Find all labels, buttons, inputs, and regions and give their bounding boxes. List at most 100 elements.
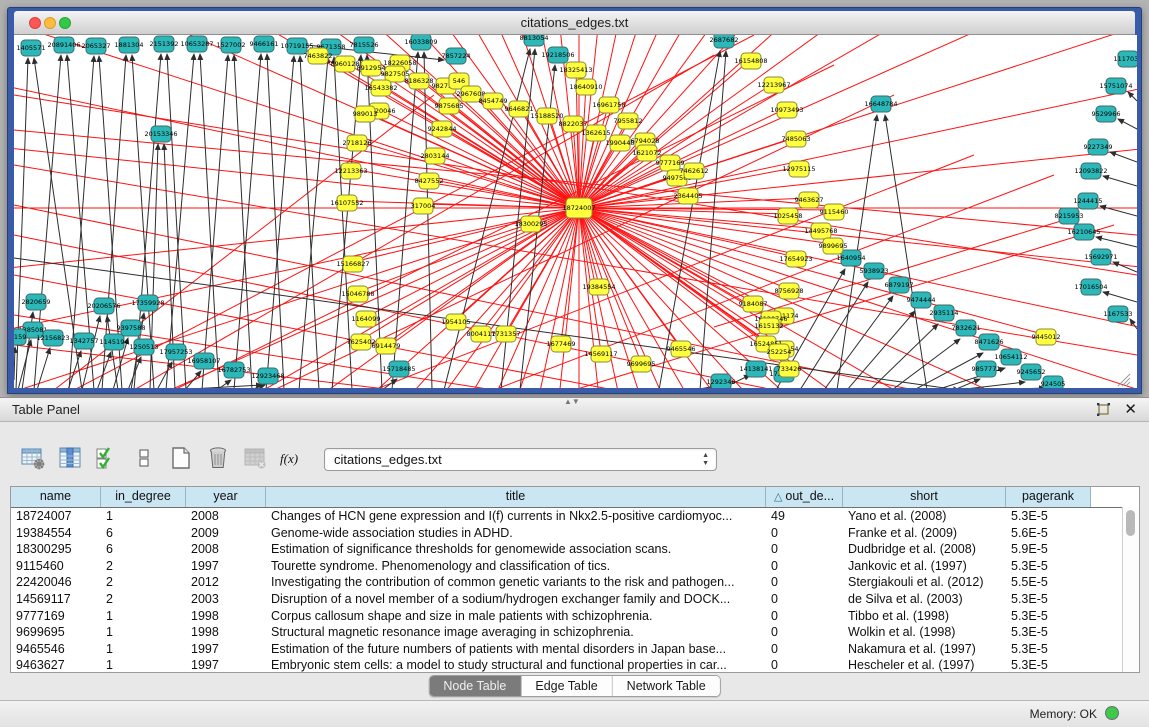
graph-node[interactable]: 9474444 (907, 292, 936, 308)
graph-node[interactable]: 14569117 (584, 346, 617, 362)
table-row[interactable]: 1456911722003Disruption of a novel membe… (11, 591, 1139, 608)
graph-node[interactable]: 2065327 (82, 38, 111, 54)
graph-node[interactable]: 1244415 (1074, 193, 1103, 209)
graph-node[interactable]: 9397588 (117, 320, 146, 336)
graph-node[interactable]: 7832621 (952, 320, 981, 336)
graph-node[interactable]: 8427552 (415, 173, 444, 189)
splitter-handle[interactable]: ▲▼ (564, 397, 580, 406)
graph-node[interactable]: 15718485 (382, 361, 415, 377)
graph-node[interactable]: 1164099 (352, 311, 381, 327)
graph-node[interactable]: 9899695 (819, 238, 848, 254)
graph-node[interactable]: 16648784 (864, 96, 897, 112)
graph-node[interactable]: 16107552 (330, 195, 363, 211)
graph-node[interactable]: 9115460 (820, 204, 849, 220)
graph-node[interactable]: 2364405 (674, 188, 703, 204)
graph-node[interactable]: 15692971 (1084, 249, 1117, 265)
graph-node[interactable]: 9227349 (1084, 139, 1113, 155)
graph-node[interactable]: 9242844 (428, 121, 457, 137)
delete-entries-button[interactable] (203, 444, 233, 474)
graph-node[interactable]: 20891406 (47, 37, 80, 53)
graph-node[interactable]: 2820659 (22, 294, 51, 310)
new-table-button[interactable] (166, 444, 196, 474)
graph-node[interactable]: 5938923 (860, 263, 889, 279)
graph-node[interactable]: 16154808 (734, 53, 767, 69)
column-header-name[interactable]: name (11, 487, 101, 507)
table-row[interactable]: 1938455462009Genome-wide association stu… (11, 525, 1139, 542)
column-header-pagerank[interactable]: pagerank (1006, 487, 1091, 507)
graph-node[interactable]: 20153346 (144, 126, 177, 142)
graph-node[interactable]: 1731357 (492, 326, 521, 342)
graph-node[interactable]: 9466161 (250, 36, 279, 52)
graph-node[interactable]: 19218506 (541, 47, 574, 63)
graph-node[interactable]: 10653287 (180, 36, 213, 52)
graph-node[interactable]: 2718126 (343, 135, 372, 151)
graph-node[interactable]: 733426 (777, 361, 802, 377)
graph-node[interactable]: 9445012 (1032, 329, 1061, 345)
graph-node[interactable]: 9646821 (505, 101, 534, 117)
graph-node[interactable]: 8471626 (975, 334, 1004, 350)
graph-node[interactable]: 17654923 (779, 251, 812, 267)
column-header-short[interactable]: short (843, 487, 1006, 507)
graph-node[interactable]: 7857224 (442, 48, 471, 64)
graph-node[interactable]: 1342757 (70, 333, 99, 349)
graph-node[interactable]: 12923468 (251, 368, 284, 384)
table-row[interactable]: 946362711997Embryonic stem cells: a mode… (11, 657, 1139, 673)
graph-node[interactable]: 9245652 (1017, 364, 1046, 380)
network-window-titlebar[interactable]: citations_edges.txt (14, 11, 1135, 35)
graph-node[interactable]: 8756928 (775, 283, 804, 299)
function-builder-button[interactable]: f(x) (277, 444, 307, 474)
graph-node[interactable]: 10654112 (994, 349, 1027, 365)
column-header-title[interactable]: title (266, 487, 766, 507)
graph-node[interactable]: 1677469 (547, 336, 576, 352)
graph-node[interactable]: 9529966 (1092, 106, 1121, 122)
graph-node[interactable]: 317004 (411, 198, 436, 214)
graph-node[interactable]: 7485063 (782, 131, 811, 147)
show-columns-button[interactable] (55, 444, 85, 474)
graph-node[interactable]: 16033809 (404, 35, 437, 50)
graph-node[interactable]: 12093822 (1074, 163, 1107, 179)
table-panel-titlebar[interactable]: ▲▼ Table Panel ✕ (0, 398, 1149, 422)
graph-node[interactable]: 8960128 (331, 56, 360, 72)
delete-table-button[interactable] (240, 444, 270, 474)
graph-node[interactable]: 1025458 (774, 208, 803, 224)
graph-node[interactable]: 9463627 (795, 192, 824, 208)
graph-node[interactable]: 1954105 (442, 314, 471, 330)
table-row[interactable]: 946554611997Estimation of the future num… (11, 641, 1139, 658)
table-row[interactable]: 911546021997Tourette syndrome. Phenomeno… (11, 558, 1139, 575)
scrollbar-thumb[interactable] (1126, 510, 1135, 536)
graph-node[interactable]: 9699695 (627, 356, 656, 372)
graph-node[interactable]: 6879197 (885, 277, 914, 293)
graph-node[interactable]: 252254 (767, 344, 792, 360)
graph-node[interactable]: 1292346 (707, 374, 736, 388)
graph-node[interactable]: 8454749 (479, 93, 508, 109)
graph-node[interactable]: 8004117 (467, 326, 496, 342)
select-rows-button[interactable] (92, 444, 122, 474)
table-settings-button[interactable] (18, 444, 48, 474)
column-header-year[interactable]: year (186, 487, 266, 507)
table-row[interactable]: 977716911998Corpus callosum shape and si… (11, 608, 1139, 625)
table-row[interactable]: 969969511998Structural magnetic resonanc… (11, 624, 1139, 641)
table-row[interactable]: 1830029562008Estimation of significance … (11, 541, 1139, 558)
graph-node[interactable]: 9857771 (972, 361, 1001, 377)
graph-node[interactable]: 6914479 (372, 338, 401, 354)
graph-node[interactable]: 1250513 (130, 339, 159, 355)
graph-node[interactable]: 18640910 (569, 79, 602, 95)
graph-node[interactable]: 1881304 (115, 37, 144, 53)
network-graph[interactable]: 1872400714055712089140620653271881304215… (14, 35, 1137, 388)
graph-node[interactable]: 2935114 (930, 305, 959, 321)
close-panel-icon[interactable]: ✕ (1124, 400, 1137, 418)
graph-node[interactable]: 17016504 (1074, 279, 1107, 295)
graph-node[interactable]: 16961758 (592, 97, 625, 113)
column-header-in_degree[interactable]: in_degree (101, 487, 186, 507)
graph-node[interactable]: 8186328 (405, 73, 434, 89)
network-canvas[interactable]: 1872400714055712089140620653271881304215… (14, 35, 1137, 388)
float-panel-icon[interactable] (1096, 402, 1111, 417)
tab-node-table[interactable]: Node Table (429, 676, 521, 696)
graph-node[interactable]: 8215953 (1055, 208, 1084, 224)
graph-node[interactable]: 7955812 (614, 113, 643, 129)
table-row[interactable]: 2242004622012Investigating the contribut… (11, 574, 1139, 591)
graph-node[interactable]: 2151392 (150, 36, 179, 52)
graph-node[interactable]: 924505 (1041, 376, 1066, 388)
graph-node[interactable]: 7462612 (680, 163, 709, 179)
table-select-dropdown[interactable]: citations_edges.txt▲▼ (324, 448, 717, 471)
